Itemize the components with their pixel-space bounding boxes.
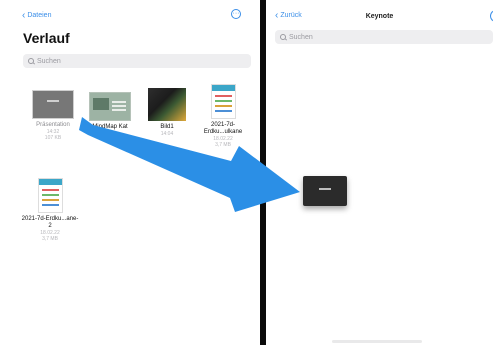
dragged-presentation-thumbnail[interactable] (303, 176, 347, 206)
document-thumbnail (37, 178, 63, 213)
search-input[interactable]: Suchen (23, 54, 251, 68)
chevron-left-icon: ‹ (22, 10, 26, 21)
search-placeholder: Suchen (37, 57, 61, 65)
file-size: 5,8 MB (102, 137, 118, 143)
back-to-dateien-button[interactable]: ‹ Dateien (22, 10, 52, 21)
file-size: 107 KB (44, 135, 62, 141)
file-name: MindMap Kat (92, 124, 128, 130)
file-name: 2021-7d-Erdku...ane-2 (21, 216, 79, 229)
presentation-thumbnail (32, 90, 74, 119)
file-name: 2021-7d-Erdku...ulkane (203, 122, 243, 135)
file-name: Bild1 (160, 124, 174, 130)
keynote-pane: ‹ Zurück Keynote Suchen (266, 0, 493, 345)
search-icon (28, 58, 34, 64)
files-pane: ‹ Dateien ··· Verlauf Suchen Präsentatio… (0, 0, 260, 345)
folder-title: Keynote (365, 13, 394, 20)
document-thumbnail (210, 84, 236, 119)
image-thumbnail (148, 88, 186, 121)
file-item-mindmap[interactable]: MindMap Kat 16:05 5,8 MB (80, 92, 140, 143)
file-date: 14:04 (160, 131, 174, 137)
file-name: Präsentation (36, 122, 70, 128)
file-item-praesentation[interactable]: Präsentation 14:32 107 KB (23, 90, 83, 141)
back-label: Dateien (27, 12, 52, 19)
more-options-button[interactable]: ··· (231, 9, 241, 19)
search-input[interactable]: Suchen (275, 30, 493, 44)
file-size: 3,7 MB (215, 142, 231, 148)
ellipsis-icon: ··· (232, 10, 240, 17)
file-size: 3,7 MB (42, 236, 58, 242)
mindmap-thumbnail (89, 92, 131, 121)
file-item-erdkunde-vulkane[interactable]: 2021-7d-Erdku...ulkane 18.02.22 3,7 MB (193, 84, 253, 148)
home-indicator (332, 340, 422, 343)
file-item-erdkunde-vulkane-2[interactable]: 2021-7d-Erdku...ane-2 18.02.22 3,7 MB (20, 178, 80, 242)
page-title: Verlauf (23, 30, 70, 46)
search-placeholder: Suchen (289, 33, 313, 41)
file-item-bild1[interactable]: Bild1 14:04 (137, 88, 197, 137)
search-icon (280, 34, 286, 40)
